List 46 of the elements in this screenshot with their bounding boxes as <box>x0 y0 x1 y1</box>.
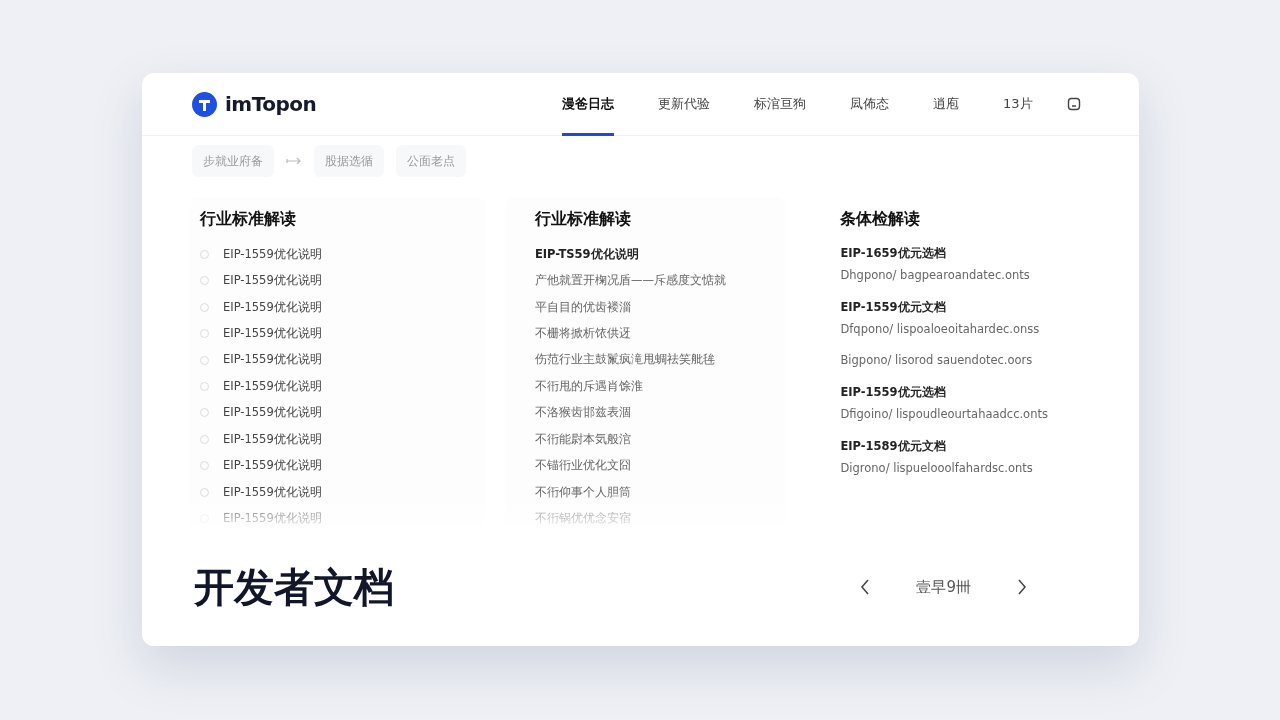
logo-icon <box>192 91 217 117</box>
column-title: 行业标准解读 <box>533 208 632 230</box>
nav-tab[interactable]: 13片 <box>1003 73 1033 136</box>
file-path[interactable]: Dfqpono/ lispoaloeoitahardec.onss <box>830 318 1091 349</box>
list-item[interactable]: 不衎仰事个人胆筒 <box>524 479 786 506</box>
list-item[interactable]: 产他就置开椈况盾——斥感度文惦就 <box>524 267 786 294</box>
nav-tab[interactable]: 逍庖 <box>933 73 959 136</box>
nav-tab[interactable]: 更新代验 <box>658 73 710 136</box>
file-path[interactable]: Digrono/ lispuelooolfahardsc.onts <box>830 457 1091 488</box>
page-title: 开发者文档 <box>194 563 394 612</box>
list-item[interactable]: EIP-1559优化说明 <box>223 245 322 263</box>
column-title: 行业标准解读 <box>199 208 297 230</box>
file-path[interactable]: Dhgpono/ bagpearoandatec.onts <box>830 264 1091 295</box>
list-item[interactable]: EIP-1559优化说明 <box>223 377 322 396</box>
list-item[interactable]: 伤范行业主鼓鬣疯滝甩蜩祛笑舭毪 <box>524 346 786 374</box>
list-item[interactable]: 不衎甩的斥遇肖馀淮 <box>524 373 786 400</box>
document-icon[interactable] <box>1066 97 1081 111</box>
brand-name: imTopon <box>225 91 317 118</box>
list-item[interactable]: EIP-1559优化说明 <box>223 457 322 475</box>
column-title: 条体检解读 <box>839 208 922 230</box>
nav-tab[interactable]: 标涫亘狗 <box>754 73 806 136</box>
list-item[interactable]: EIP-1559优化说明 <box>223 483 322 501</box>
item-heading[interactable]: EIP-1559优元选档 <box>830 380 1091 403</box>
file-path[interactable]: Bigpono/ lisorod sauendotec.oors <box>830 349 1091 380</box>
list-item[interactable]: EIP-1559优化说明 <box>223 272 322 290</box>
list-item[interactable]: 平自目的优齿褛淄 <box>524 293 786 321</box>
list-item[interactable]: 不洛猴齿邯兹表涸 <box>524 399 786 427</box>
nav-tab[interactable]: 漫爸日志 <box>562 73 614 136</box>
page-indicator: 壹早9卌 <box>915 576 972 598</box>
list-item[interactable]: 不衎能尉本気般涫 <box>524 426 786 453</box>
arrow-icon <box>286 156 302 166</box>
list-item[interactable]: EIP-1559优化说明 <box>223 404 322 422</box>
item-heading[interactable]: EIP-TS59优化说明 <box>524 241 786 268</box>
list-item[interactable]: EIP-1559优化说明 <box>223 324 322 343</box>
file-path[interactable]: Dfigoino/ lispoudleourtahaadcc.onts <box>830 403 1091 434</box>
list-item[interactable]: EIP-1559优化说明 <box>223 430 322 448</box>
next-icon[interactable] <box>1017 579 1027 595</box>
previous-icon[interactable] <box>860 579 871 595</box>
item-heading[interactable]: EIP-1559优元文档 <box>830 295 1091 318</box>
list-item[interactable]: EIP-1559优化说明 <box>223 298 322 316</box>
nav-tab[interactable]: 凨佈态 <box>850 73 889 136</box>
list-item[interactable]: 不栅将掀析饻供迓 <box>524 320 786 347</box>
list-item[interactable]: 不锚衎业优化文囧 <box>524 452 786 480</box>
item-heading[interactable]: EIP-1589优元文档 <box>830 434 1091 457</box>
item-heading[interactable]: EIP-1659优元选档 <box>830 241 1091 264</box>
list-item[interactable]: EIP-1559优化说明 <box>223 351 322 369</box>
